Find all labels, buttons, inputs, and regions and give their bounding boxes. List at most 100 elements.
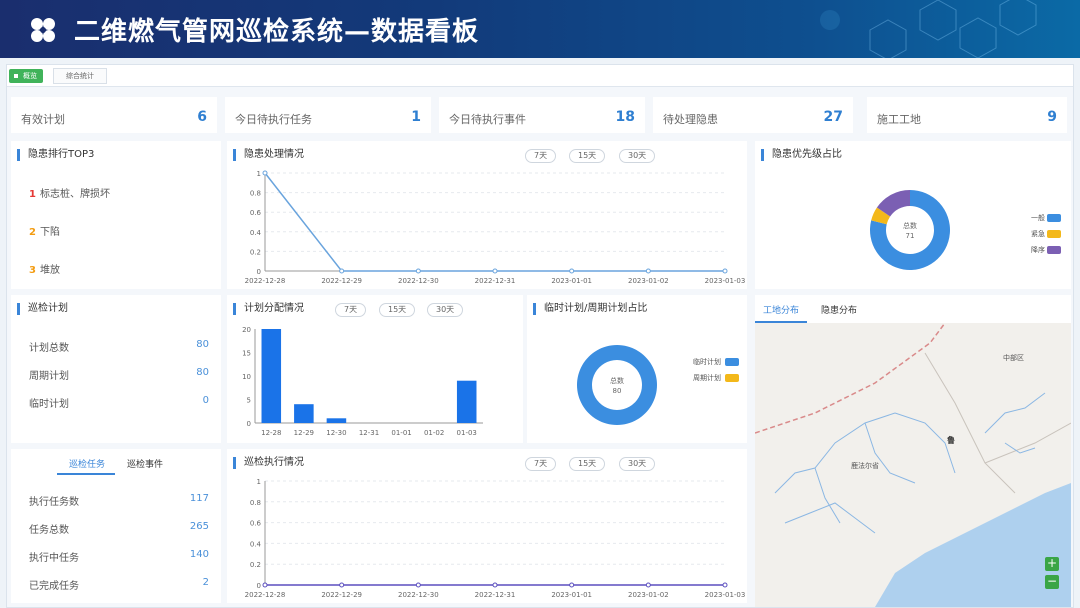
x-tick-label: 2022-12-30 — [398, 277, 439, 285]
map-label: 鹿法尔省 — [851, 462, 879, 470]
kv-label: 执行中任务 — [29, 553, 79, 564]
stat-label: 今日待执行任务 — [235, 113, 312, 126]
stat-card-today-tasks[interactable]: 今日待执行任务 1 — [225, 97, 431, 133]
header-banner: 二维燃气管网巡检系统—数据看板 — [0, 0, 1080, 58]
x-tick-label: 2023-01-01 — [551, 277, 592, 285]
legend-swatch[interactable] — [725, 374, 739, 382]
map-view[interactable]: 中部区 鲁 鹿法尔省 + − — [755, 323, 1071, 607]
y-tick-label: 0.4 — [250, 540, 262, 548]
x-tick-label: 2022-12-31 — [475, 591, 516, 599]
tab-hazard-distribution[interactable]: 隐患分布 — [821, 303, 857, 316]
x-tick-label: 2022-12-28 — [245, 277, 286, 285]
range-15d-button[interactable]: 15天 — [569, 149, 606, 163]
list-item: 2 下陷 — [29, 227, 60, 238]
section-title: 巡检计划 — [17, 303, 68, 315]
map-label: 中部区 — [1003, 354, 1024, 362]
y-tick-label: 0.6 — [250, 209, 262, 217]
range-15d-button[interactable]: 15天 — [569, 457, 606, 471]
center-value: 80 — [613, 387, 622, 395]
legend-label: 临时计划 — [693, 358, 721, 366]
tab-overview[interactable]: 概览 — [9, 69, 43, 83]
x-tick-label: 2023-01-03 — [705, 277, 746, 285]
legend-swatch[interactable] — [725, 358, 739, 366]
stat-card-pending-hazards[interactable]: 待处理隐患 27 — [653, 97, 853, 133]
tab-site-distribution[interactable]: 工地分布 — [763, 303, 799, 316]
plan-type-donut: 总数 80 — [576, 345, 657, 425]
y-tick-label: 0.8 — [250, 499, 261, 507]
x-tick-label: 2023-01-02 — [628, 277, 669, 285]
tab-inspection-events[interactable]: 巡检事件 — [127, 457, 163, 470]
x-tick-label: 2023-01-01 — [551, 591, 592, 599]
chart-title: 临时计划/周期计划占比 — [533, 303, 647, 315]
kv-value: 80 — [196, 367, 209, 378]
stat-value: 9 — [1047, 109, 1057, 125]
range-7d-button[interactable]: 7天 — [525, 457, 557, 471]
dashboard-frame: 概览 综合统计 有效计划 6 今日待执行任务 1 今日待执行事件 18 待处理隐… — [6, 64, 1074, 608]
plan-allocation-panel: 计划分配情况 7天 15天 30天 0 5 10 15 20 12-28 12-29 12-3… — [227, 295, 523, 443]
zoom-in-button[interactable]: + — [1045, 557, 1059, 571]
range-15d-button[interactable]: 15天 — [379, 303, 416, 317]
kv-label: 执行任务数 — [29, 497, 79, 508]
list-item: 3 堆放 — [29, 265, 60, 276]
legend-swatch[interactable] — [1047, 214, 1061, 222]
x-tick-label: 01-03 — [457, 429, 477, 437]
clover-icon — [31, 18, 55, 42]
data-point — [569, 582, 575, 588]
y-tick-label: 1 — [257, 478, 261, 486]
legend-label: 周期计划 — [693, 374, 721, 382]
y-tick-label: 0.2 — [250, 561, 261, 569]
legend-swatch[interactable] — [1047, 230, 1061, 238]
hazard-handling-line-chart: 0 0.2 0.4 0.6 0.8 1 2022-12-28 2022-12-29 2022-1… — [245, 170, 746, 285]
inspection-plan-panel: 巡检计划 计划总数 80 周期计划 80 临时计划 0 — [11, 295, 221, 443]
stat-card-construction-sites[interactable]: 施工工地 9 — [867, 97, 1067, 133]
kv-value: 80 — [196, 339, 209, 350]
bar — [456, 380, 477, 423]
kv-label: 计划总数 — [29, 343, 69, 354]
bar — [261, 329, 282, 423]
x-tick-label: 12-28 — [261, 429, 281, 437]
kv-label: 任务总数 — [29, 525, 69, 536]
stat-card-today-events[interactable]: 今日待执行事件 18 — [439, 97, 645, 133]
kv-value: 265 — [189, 521, 209, 532]
range-30d-button[interactable]: 30天 — [619, 149, 656, 163]
tab-inspection-tasks[interactable]: 巡检任务 — [69, 457, 105, 470]
chart-title: 计划分配情况 — [233, 303, 304, 315]
data-point — [415, 268, 421, 274]
zoom-out-button[interactable]: − — [1045, 575, 1059, 589]
y-tick-label: 0 — [257, 582, 261, 590]
data-point — [262, 170, 268, 176]
tab-stats[interactable]: 综合统计 — [53, 68, 107, 84]
range-30d-button[interactable]: 30天 — [427, 303, 464, 317]
data-point — [339, 268, 345, 274]
x-tick-label: 2022-12-31 — [475, 277, 516, 285]
range-30d-button[interactable]: 30天 — [619, 457, 656, 471]
data-point — [415, 582, 421, 588]
range-7d-button[interactable]: 7天 — [525, 149, 557, 163]
stat-value: 27 — [823, 109, 843, 125]
range-7d-button[interactable]: 7天 — [335, 303, 367, 317]
chart-title: 隐患优先级占比 — [761, 149, 842, 161]
stat-card-valid-plans[interactable]: 有效计划 6 — [11, 97, 217, 133]
kv-value: 0 — [202, 395, 209, 406]
decorative-hex-pattern — [820, 0, 1037, 58]
section-title: 隐患排行TOP3 — [17, 149, 94, 161]
bar — [326, 418, 347, 423]
data-point — [262, 582, 268, 588]
stat-value: 1 — [411, 109, 421, 125]
stat-label: 待处理隐患 — [663, 113, 718, 126]
legend-swatch[interactable] — [1047, 246, 1061, 254]
center-label: 总数 — [610, 376, 624, 385]
plan-allocation-bar-chart: 0 5 10 15 20 12-28 12-29 12-30 12-31 01-01 01-02 01… — [242, 326, 483, 437]
x-tick-label: 2022-12-28 — [245, 591, 286, 599]
hazard-priority-panel: 隐患优先级占比 总数 71 一般 紧急 降序 — [755, 141, 1071, 289]
map-canvas — [755, 323, 1071, 607]
stat-value: 18 — [615, 109, 635, 125]
data-point — [569, 268, 575, 274]
data-point — [645, 582, 651, 588]
legend-label: 降序 — [1031, 246, 1045, 254]
inspection-execution-panel: 巡检执行情况 7天 15天 30天 0 0.2 0.4 0.6 0.8 1 2022-12-… — [227, 449, 747, 603]
kv-label: 已完成任务 — [29, 581, 79, 592]
y-tick-label: 0.2 — [250, 248, 261, 256]
hazard-handling-panel: 隐患处理情况 7天 15天 30天 0 0.2 0.4 0.6 0.8 1 2022-12-… — [227, 141, 747, 289]
data-point — [339, 582, 345, 588]
